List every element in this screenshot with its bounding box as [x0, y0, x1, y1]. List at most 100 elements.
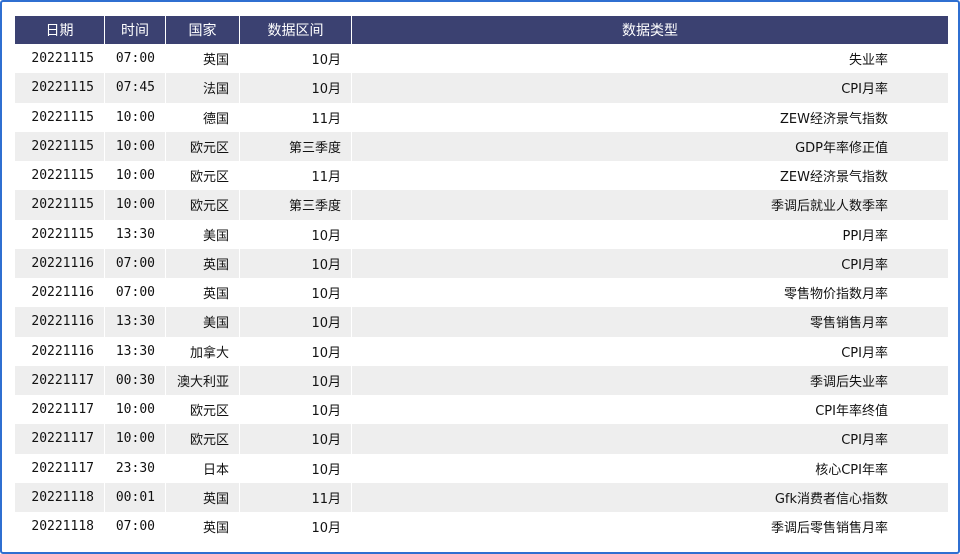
economic-calendar-table: 日期 时间 国家 数据区间 数据类型 20221115 07:00 英国 10月 失业率… — [15, 16, 948, 542]
cell-period: 10月 — [240, 424, 352, 454]
cell-data-type: 零售销售月率 — [352, 307, 948, 337]
cell-time: 23:30 — [105, 453, 166, 483]
cell-period: 10月 — [240, 395, 352, 425]
table-row: 20221116 13:30 美国 10月 零售销售月率 — [15, 307, 948, 337]
cell-date: 20221115 — [15, 44, 105, 74]
cell-date: 20221115 — [15, 219, 105, 249]
cell-time: 10:00 — [105, 102, 166, 132]
cell-country: 日本 — [166, 453, 240, 483]
cell-date: 20221116 — [15, 278, 105, 308]
cell-period: 10月 — [240, 219, 352, 249]
header-period: 数据区间 — [240, 16, 352, 44]
header-data-type: 数据类型 — [352, 16, 948, 44]
cell-time: 10:00 — [105, 424, 166, 454]
cell-time: 10:00 — [105, 161, 166, 191]
cell-period: 10月 — [240, 73, 352, 103]
cell-time: 10:00 — [105, 395, 166, 425]
cell-date: 20221115 — [15, 190, 105, 220]
cell-period: 10月 — [240, 512, 352, 542]
table-row: 20221118 07:00 英国 10月 季调后零售销售月率 — [15, 512, 948, 542]
cell-period: 第三季度 — [240, 190, 352, 220]
cell-data-type: CPI月率 — [352, 73, 948, 103]
cell-period: 10月 — [240, 336, 352, 366]
cell-time: 07:00 — [105, 248, 166, 278]
table-row: 20221115 13:30 美国 10月 PPI月率 — [15, 219, 948, 249]
header-time: 时间 — [105, 16, 166, 44]
table-row: 20221115 10:00 德国 11月 ZEW经济景气指数 — [15, 102, 948, 132]
cell-time: 13:30 — [105, 307, 166, 337]
cell-date: 20221116 — [15, 248, 105, 278]
cell-country: 英国 — [166, 482, 240, 512]
cell-country: 英国 — [166, 278, 240, 308]
cell-period: 10月 — [240, 307, 352, 337]
cell-country: 欧元区 — [166, 190, 240, 220]
cell-data-type: 失业率 — [848, 53, 888, 69]
cell-country: 英国 — [166, 248, 240, 278]
table-row: 20221115 07:00 英国 10月 失业率 — [15, 44, 948, 74]
cell-period: 第三季度 — [240, 131, 352, 161]
cell-date: 20221116 — [15, 307, 105, 337]
cell-time: 00:01 — [105, 482, 166, 512]
cell-country: 美国 — [166, 219, 240, 249]
cell-period: 10月 — [240, 278, 352, 308]
cell-period: 10月 — [240, 44, 352, 74]
table-row: 20221117 10:00 欧元区 10月 CPI年率终值 — [15, 395, 948, 425]
cell-date: 20221116 — [15, 336, 105, 366]
cell-period: 11月 — [240, 482, 352, 512]
table-row: 20221118 00:01 英国 11月 Gfk消费者信心指数 — [15, 482, 948, 512]
table-header: 日期 时间 国家 数据区间 数据类型 — [15, 16, 948, 44]
cell-data-type: 季调后零售销售月率 — [770, 521, 888, 537]
cell-time: 10:00 — [105, 190, 166, 220]
cell-time: 13:30 — [105, 219, 166, 249]
cell-data-type: 季调后失业率 — [352, 365, 948, 395]
cell-country: 法国 — [166, 73, 240, 103]
cell-country: 欧元区 — [166, 424, 240, 454]
cell-time: 07:00 — [105, 278, 166, 308]
cell-date: 20221115 — [15, 73, 105, 103]
cell-date: 20221115 — [15, 161, 105, 191]
cell-country: 加拿大 — [166, 336, 240, 366]
table-row: 20221115 10:00 欧元区 第三季度 GDP年率修正值 — [15, 131, 948, 161]
cell-date: 20221118 — [15, 512, 105, 542]
cell-data-type: CPI月率 — [352, 424, 948, 454]
cell-period: 11月 — [240, 161, 352, 191]
cell-data-type: PPI月率 — [842, 228, 888, 244]
header-row: 日期 时间 国家 数据区间 数据类型 — [15, 16, 948, 44]
cell-period: 11月 — [240, 102, 352, 132]
cell-country: 英国 — [166, 512, 240, 542]
table-body: 20221115 07:00 英国 10月 失业率 20221115 07:45 法国 10月 C… — [15, 44, 948, 542]
cell-data-type: ZEW经济景气指数 — [780, 111, 888, 127]
table-row: 20221115 10:00 欧元区 第三季度 季调后就业人数季率 — [15, 190, 948, 220]
cell-period: 10月 — [240, 248, 352, 278]
cell-time: 07:00 — [105, 512, 166, 542]
cell-data-type: CPI年率终值 — [815, 404, 888, 420]
cell-data-type: GDP年率修正值 — [352, 131, 948, 161]
cell-date: 20221115 — [15, 131, 105, 161]
cell-date: 20221117 — [15, 365, 105, 395]
cell-period: 10月 — [240, 365, 352, 395]
cell-country: 澳大利亚 — [166, 365, 240, 395]
table-row: 20221115 10:00 欧元区 11月 ZEW经济景气指数 — [15, 161, 948, 191]
cell-time: 07:00 — [105, 44, 166, 74]
table-frame: 日期 时间 国家 数据区间 数据类型 20221115 07:00 英国 10月 失业率… — [0, 0, 960, 554]
cell-country: 欧元区 — [166, 131, 240, 161]
cell-date: 20221117 — [15, 395, 105, 425]
cell-data-type: 核心CPI年率 — [815, 462, 888, 478]
table-row: 20221116 07:00 英国 10月 零售物价指数月率 — [15, 278, 948, 308]
cell-data-type: CPI月率 — [841, 345, 888, 361]
table-row: 20221117 23:30 日本 10月 核心CPI年率 — [15, 453, 948, 483]
cell-data-type: CPI月率 — [352, 248, 948, 278]
cell-country: 美国 — [166, 307, 240, 337]
cell-data-type: 季调后就业人数季率 — [352, 190, 948, 220]
cell-time: 07:45 — [105, 73, 166, 103]
table-row: 20221116 07:00 英国 10月 CPI月率 — [15, 248, 948, 278]
table-row: 20221117 10:00 欧元区 10月 CPI月率 — [15, 424, 948, 454]
cell-time: 10:00 — [105, 131, 166, 161]
table-row: 20221115 07:45 法国 10月 CPI月率 — [15, 73, 948, 103]
cell-time: 13:30 — [105, 336, 166, 366]
cell-country: 欧元区 — [166, 161, 240, 191]
header-country: 国家 — [166, 16, 240, 44]
header-date: 日期 — [15, 16, 105, 44]
cell-country: 英国 — [166, 44, 240, 74]
cell-date: 20221117 — [15, 424, 105, 454]
